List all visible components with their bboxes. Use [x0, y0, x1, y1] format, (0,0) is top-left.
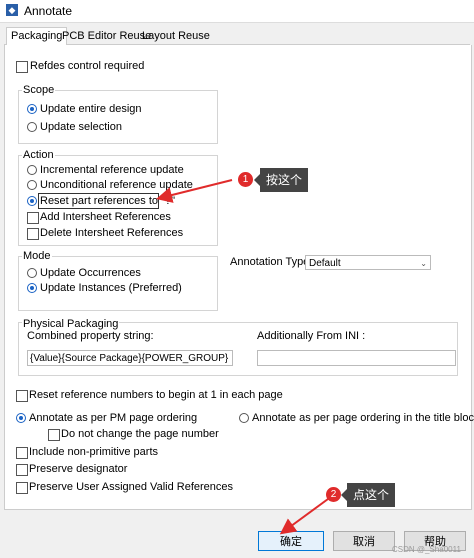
arrow-to-reset-option: [156, 179, 233, 203]
callout-1: 按这个: [253, 168, 309, 192]
arrow-to-ok-button: [279, 498, 329, 535]
callout-2: 点这个: [340, 483, 396, 507]
callout-1-badge: 1: [238, 172, 253, 187]
annotation-arrows: [156, 179, 329, 535]
callout-2-badge: 2: [326, 487, 341, 502]
watermark: CSDN @_Sha0011: [392, 545, 461, 554]
